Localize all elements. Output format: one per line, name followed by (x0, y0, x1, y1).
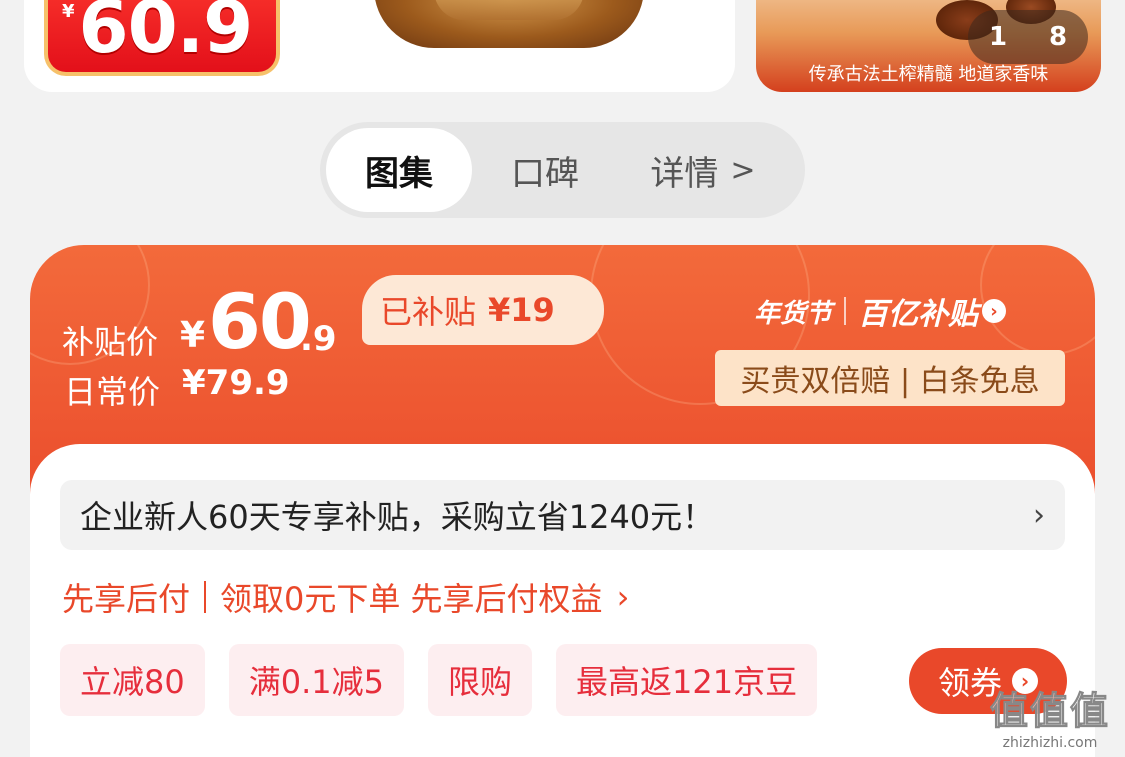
tab-reviews[interactable]: 口碑 (472, 128, 618, 212)
subsidy-program-logo[interactable]: 年货节 百亿补贴 › (754, 289, 1007, 333)
daily-price-value: ¥79.9 (182, 363, 290, 403)
image-counter: 1 8 (968, 10, 1088, 64)
tab-details-label: 详情 (650, 153, 719, 194)
subsidy-price-integer: 60 (208, 277, 312, 366)
coupon-tag[interactable]: 立减80 (60, 644, 205, 716)
chevron-right-icon: > (730, 152, 756, 188)
subsidy-tag-amount: ¥19 (488, 291, 555, 329)
subsidy-price-decimal: .9 (300, 319, 337, 359)
watermark-url: zhizhizhi.com (1002, 735, 1098, 751)
promo-price: 60.9 (78, 0, 254, 69)
promo-currency: ¥ (62, 1, 75, 22)
promo-content: 企业新人60天专享补贴，采购立省1240元！ › 先享后付 领取0元下单 先享后… (30, 444, 1095, 757)
chevron-right-icon: › (982, 299, 1007, 323)
product-jar-image (374, 0, 644, 48)
billion-subsidy-logo: 百亿补贴 (858, 297, 979, 332)
tab-gallery-label: 图集 (365, 153, 433, 194)
chevron-right-icon: › (616, 578, 630, 616)
site-watermark: 值值值 zhizhizhi.com (975, 680, 1125, 757)
guarantee-badge[interactable]: 买贵双倍赔 | 白条免息 (715, 350, 1065, 406)
product-image-main[interactable]: ¥ 60.9 (24, 0, 735, 92)
pay-later-row[interactable]: 先享后付 领取0元下单 先享后付权益 › (62, 574, 629, 620)
pay-later-label: 先享后付 (62, 580, 191, 618)
image-caption: 传承古法土榨精髓 地道家香味 (808, 64, 1049, 85)
daily-price-label: 日常价 (64, 373, 161, 411)
coupon-list: 立减80 满0.1减5 限购 最高返121京豆 (60, 644, 818, 716)
coupon-tag[interactable]: 最高返121京豆 (556, 644, 818, 716)
subsidy-price-currency: ¥ (180, 315, 206, 356)
subsidy-tag-label: 已补贴 (380, 293, 477, 331)
jar-label (434, 0, 584, 20)
promo-price-badge: ¥ 60.9 (44, 0, 280, 76)
subsidy-price-label: 补贴价 (62, 323, 159, 361)
subsidy-amount-tag: 已补贴 ¥19 (362, 275, 604, 345)
tab-gallery[interactable]: 图集 (326, 128, 472, 212)
logo-divider (844, 297, 847, 325)
coupon-tag[interactable]: 限购 (428, 644, 533, 716)
image-counter-current: 1 (988, 22, 1008, 52)
enterprise-notice-bar[interactable]: 企业新人60天专享补贴，采购立省1240元！ › (60, 480, 1065, 550)
tab-details[interactable]: 详情 > (618, 128, 788, 212)
image-counter-total: 8 (1048, 22, 1068, 52)
enterprise-notice-text: 企业新人60天专享补贴，采购立省1240元！ (80, 498, 715, 536)
watermark-logo: 值值值 (989, 689, 1110, 734)
divider (204, 581, 207, 613)
chevron-right-icon: › (1033, 497, 1045, 533)
product-image-thumbnail[interactable]: 1 8 传承古法土榨精髓 地道家香味 (756, 0, 1101, 92)
pay-later-text: 领取0元下单 先享后付权益 (220, 580, 603, 618)
new-year-festival-logo: 年货节 (754, 298, 833, 329)
section-tabs: 图集 口碑 详情 > (320, 122, 805, 218)
tab-reviews-label: 口碑 (511, 153, 579, 194)
coupon-tag[interactable]: 满0.1减5 (228, 644, 404, 716)
